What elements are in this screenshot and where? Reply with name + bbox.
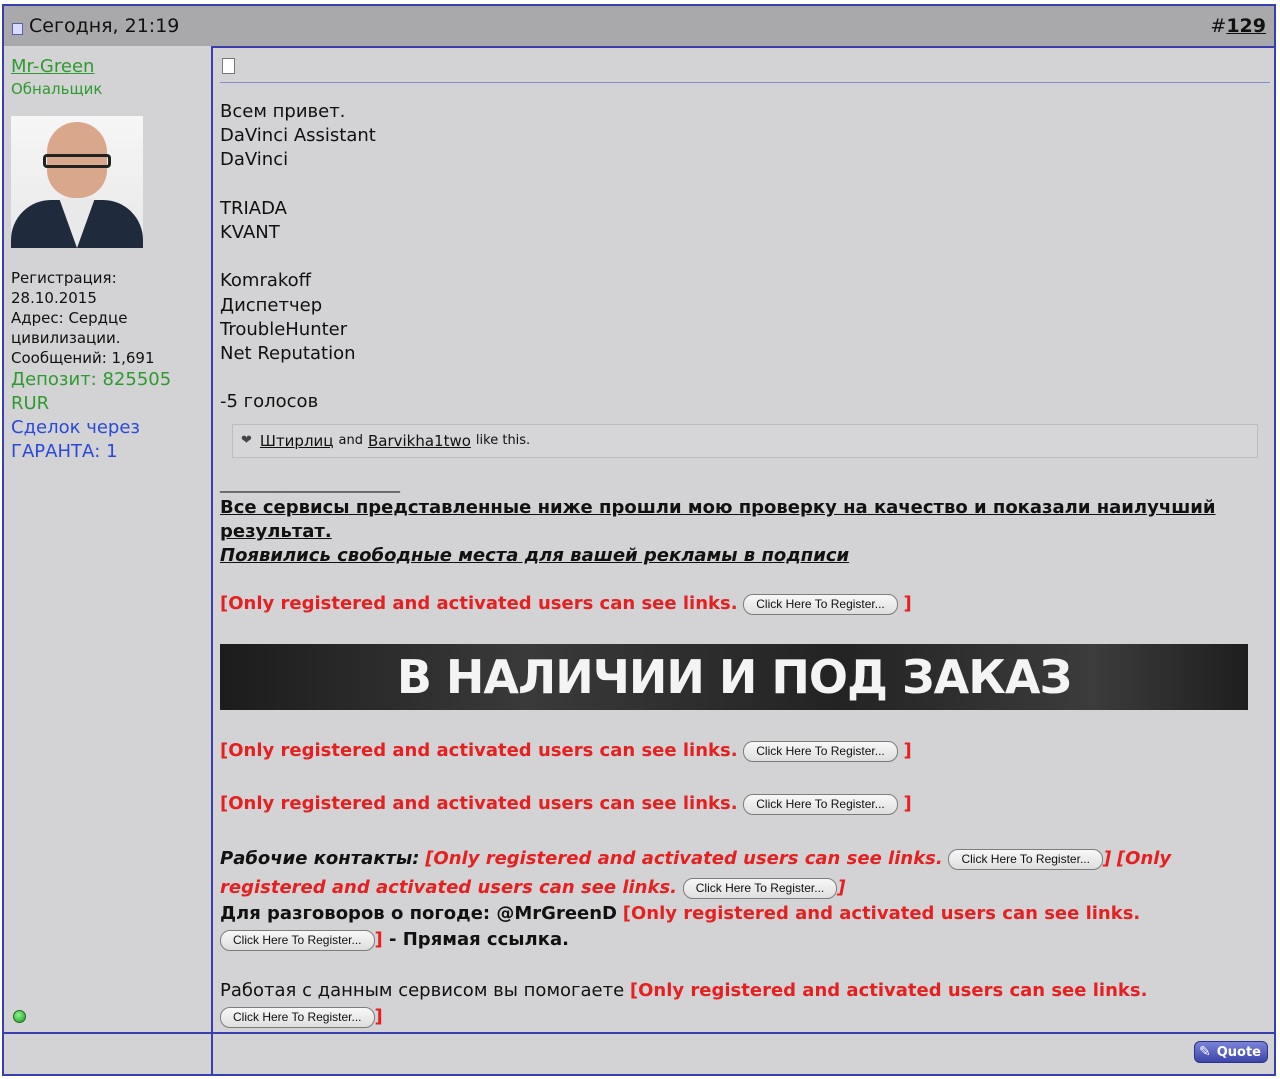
post-number: #129 (1210, 15, 1266, 37)
likes-box: ❤ Штирлиц and Barvikha1two like this. (232, 424, 1258, 458)
body-line: KVANT (220, 221, 280, 243)
close-bracket: ] (374, 929, 383, 950)
banner-text: В НАЛИЧИИ И ПОД ЗАКАЗ (396, 650, 1072, 704)
footer-separator (211, 1034, 213, 1074)
body-line: TRIADA (220, 197, 287, 219)
register-button[interactable]: Click Here To Register... (220, 1006, 375, 1028)
post-body: Всем привет. DaVinci Assistant DaVinci T… (220, 100, 1260, 414)
message-count: Сообщений: 1,691 (11, 349, 155, 367)
post-document-icon (222, 58, 235, 74)
deposit: Депозит: 825505 RUR (11, 369, 172, 414)
body-line (220, 366, 1260, 390)
body-line: Net Reputation (220, 342, 356, 364)
post-date: Сегодня, 21:19 (29, 15, 180, 37)
body-line (220, 245, 1260, 269)
hidden-link-text: [Only registered and activated users can… (220, 793, 738, 814)
weather-line: Для разговоров о погоде: @MrGreenD [Only… (220, 902, 1220, 926)
online-status-icon (13, 1010, 26, 1023)
register-button[interactable]: Click Here To Register... (948, 848, 1103, 870)
footer-divider (4, 1032, 1274, 1034)
close-bracket: ] (903, 593, 912, 614)
avatar[interactable] (11, 116, 143, 248)
close-bracket: ] (903, 793, 912, 814)
registration-date: 28.10.2015 (11, 289, 97, 307)
close-bracket: ] (374, 1006, 383, 1027)
post-number-link[interactable]: 129 (1226, 15, 1266, 37)
likes-and: and (338, 433, 363, 448)
user-address: Адрес: Сердце цивилизации. (11, 309, 128, 347)
heart-icon: ❤ (241, 433, 252, 448)
hidden-link-text: [Only registered and activated users can… (220, 740, 738, 761)
hidden-link-row: [Only registered and activated users can… (220, 592, 912, 616)
register-button[interactable]: Click Here To Register... (743, 593, 898, 615)
like-user-link[interactable]: Штирлиц (260, 429, 334, 453)
quote-label: Quote (1216, 1044, 1261, 1060)
body-line: DaVinci (220, 149, 289, 171)
weather-label: Для разговоров о погоде: @MrGreenD (220, 903, 617, 924)
body-line: Диспетчер (220, 294, 323, 316)
registration-label: Регистрация: (11, 269, 117, 287)
avatar-glasses (43, 154, 111, 168)
register-button[interactable]: Click Here To Register... (743, 740, 898, 762)
contacts-line: registered and activated users can see l… (220, 873, 1220, 902)
likes-suffix: like this. (475, 433, 531, 448)
guarantor-deals: Сделок через ГАРАНТА: 1 (11, 417, 140, 462)
close-bracket: ] (1102, 848, 1112, 869)
hidden-link-text: [Only registered and activated users can… (425, 848, 943, 869)
hidden-link-text: [Only registered and activated users can… (220, 593, 738, 614)
forum-post: Сегодня, 21:19 #129 Mr-Green Обнальщик Р… (2, 4, 1276, 1076)
body-line: -5 голосов (220, 391, 319, 413)
body-line: DaVinci Assistant (220, 125, 376, 147)
direct-link-line: Click Here To Register...] - Прямая ссыл… (220, 926, 1220, 954)
hidden-link-text: registered and activated users can see l… (220, 877, 678, 898)
contacts-block: Рабочие контакты: [Only registered and a… (220, 844, 1220, 1030)
signature-bold-text: Все сервисы представленные ниже прошли м… (220, 497, 1216, 542)
user-title: Обнальщик (11, 80, 103, 98)
body-line: TroubleHunter (220, 318, 348, 340)
signature-banner[interactable]: В НАЛИЧИИ И ПОД ЗАКАЗ (220, 644, 1248, 710)
quote-button[interactable]: ✎ Quote (1194, 1041, 1268, 1063)
body-line: Komrakoff (220, 270, 312, 292)
user-info: Регистрация: 28.10.2015 Адрес: Сердце ци… (11, 268, 201, 464)
quote-icon: ✎ (1199, 1044, 1211, 1060)
contacts-label: Рабочие контакты: (220, 848, 420, 869)
body-line: Всем привет. (220, 101, 346, 122)
register-button[interactable]: Click Here To Register... (743, 793, 898, 815)
direct-link-text: - Прямая ссылка. (382, 929, 569, 950)
like-user-link[interactable]: Barvikha1two (368, 429, 471, 453)
hidden-link-row: [Only registered and activated users can… (220, 792, 912, 816)
hidden-link-row: [Only registered and activated users can… (220, 739, 912, 763)
signature-ad-link[interactable]: Появились свободные места для вашей рекл… (220, 544, 849, 568)
close-bracket: ] (837, 877, 846, 898)
helping-register-line: Click Here To Register...] (220, 1004, 1220, 1030)
username-link[interactable]: Mr-Green (11, 56, 94, 77)
post-hash: # (1210, 15, 1227, 37)
hidden-link-text: [Only registered and activated users can… (622, 903, 1141, 924)
user-sidebar: Mr-Green Обнальщик Регистрация: 28.10.20… (4, 46, 213, 1032)
close-bracket: ] (903, 740, 912, 761)
hidden-link-text: [Only registered and activated users can… (629, 980, 1148, 1001)
contacts-line: Рабочие контакты: [Only registered and a… (220, 844, 1220, 873)
hidden-link-text: [Only (1116, 848, 1172, 869)
helping-text: Работая с данным сервисом вы помогаете (220, 980, 630, 1001)
register-button[interactable]: Click Here To Register... (220, 929, 375, 951)
register-button[interactable]: Click Here To Register... (682, 877, 838, 899)
post-header: Сегодня, 21:19 #129 (4, 6, 1274, 48)
post-status-icon (12, 23, 23, 35)
content-divider (220, 82, 1270, 83)
helping-line: Работая с данным сервисом вы помогаете [… (220, 978, 1220, 1004)
body-line (220, 173, 1260, 197)
signature-rule: ________________________ (220, 475, 400, 493)
